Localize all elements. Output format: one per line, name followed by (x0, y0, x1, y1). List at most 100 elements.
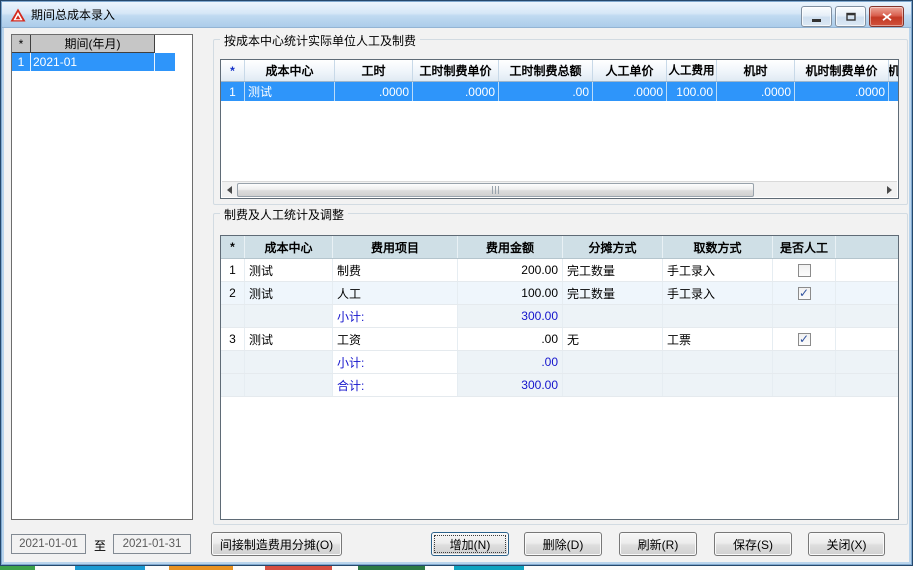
expense-cell-empty (773, 374, 836, 396)
stats-col-labor-cost: 人工费用 (667, 60, 717, 81)
horizontal-scrollbar[interactable] (222, 181, 897, 197)
period-row-tail[interactable] (155, 53, 175, 71)
expense-cell-empty (221, 351, 245, 373)
date-to-field[interactable]: 2021-01-31 (113, 534, 191, 554)
stats-col-hour-fee-unit-price: 工时制费单价 (413, 60, 499, 81)
expense-cell-allocation[interactable]: 完工数量 (563, 282, 663, 304)
expense-cell-empty (245, 351, 333, 373)
period-row-selected[interactable]: 1 2021-01 (12, 53, 192, 71)
expense-cell-filler (836, 305, 898, 327)
stats-cell-clipped[interactable] (889, 82, 898, 101)
expense-col-star: * (221, 236, 245, 258)
expense-cell-empty (663, 374, 773, 396)
window-title: 期间总成本录入 (31, 8, 116, 22)
close-icon (881, 12, 892, 21)
subtotal-amount: .00 (458, 351, 563, 373)
expense-cell-is-labor: ✓ (773, 282, 836, 304)
expense-col-source: 取数方式 (663, 236, 773, 258)
expense-cell-item[interactable]: 人工 (333, 282, 458, 304)
expense-cell-rownum[interactable]: 1 (221, 259, 245, 281)
scroll-left-icon (227, 185, 232, 194)
scroll-left-button[interactable] (222, 182, 237, 197)
expense-cell-empty (773, 305, 836, 327)
indirect-cost-allocate-button[interactable]: 间接制造费用分摊(O) (211, 532, 342, 556)
period-row-value[interactable]: 2021-01 (31, 53, 155, 71)
taskbar-segment (265, 566, 332, 570)
stats-cell-machine-fee-unit-price[interactable]: .0000 (795, 82, 889, 101)
stats-col-cost-center: 成本中心 (245, 60, 335, 81)
total-amount: 300.00 (458, 374, 563, 396)
cost-center-stats-title: 按成本中心统计实际单位人工及制费 (220, 32, 421, 49)
taskbar-sliver (0, 566, 913, 570)
scroll-thumb[interactable] (237, 183, 754, 197)
expense-cell-cost-center[interactable]: 测试 (245, 328, 333, 350)
expense-cell-cost-center[interactable]: 测试 (245, 282, 333, 304)
is-labor-checkbox[interactable] (797, 263, 811, 277)
expense-cell-source[interactable]: 手工录入 (663, 282, 773, 304)
taskbar-segment (169, 566, 233, 570)
add-button[interactable]: 增加(N) (431, 532, 509, 556)
period-col-star: * (12, 35, 31, 53)
titlebar[interactable]: 期间总成本录入 (2, 2, 911, 28)
expense-cell-empty (663, 305, 773, 327)
expense-col-allocation: 分摊方式 (563, 236, 663, 258)
expense-col-filler (836, 236, 898, 258)
taskbar-segment (454, 566, 524, 570)
stats-cell-hour-fee-total[interactable]: .00 (499, 82, 593, 101)
expense-adjust-group: 制费及人工统计及调整 * 成本中心 费用项目 费用金额 分摊方式 取数方式 是否… (213, 206, 908, 525)
stats-cell-hour-fee-unit-price[interactable]: .0000 (413, 82, 499, 101)
expense-cell-item[interactable]: 工资 (333, 328, 458, 350)
scroll-right-button[interactable] (882, 182, 897, 197)
to-label: 至 (94, 539, 107, 553)
expense-cell-rownum[interactable]: 2 (221, 282, 245, 304)
expense-cell-amount[interactable]: 100.00 (458, 282, 563, 304)
stats-cell-rownum[interactable]: 1 (221, 82, 245, 101)
stats-cell-machine-hours[interactable]: .0000 (717, 82, 795, 101)
expense-cell-empty (563, 351, 663, 373)
delete-button[interactable]: 删除(D) (524, 532, 602, 556)
stats-col-machine-hours: 机时 (717, 60, 795, 81)
stats-row-selected[interactable]: 1 测试 .0000 .0000 .00 .0000 100.00 .0000 … (221, 82, 898, 101)
scroll-right-icon (887, 185, 892, 194)
expense-cell-cost-center[interactable]: 测试 (245, 259, 333, 281)
expense-cell-allocation[interactable]: 无 (563, 328, 663, 350)
expense-cell-filler (836, 259, 898, 281)
cost-center-stats-group: 按成本中心统计实际单位人工及制费 * 成本中心 工时 工时制费单价 工时制费总额… (213, 32, 908, 205)
stats-col-hour-fee-total: 工时制费总额 (499, 60, 593, 81)
expense-cell-rownum[interactable]: 3 (221, 328, 245, 350)
app-logo-icon (10, 8, 26, 22)
expense-row-3[interactable]: 3 测试 工资 .00 无 工票 ✓ (221, 328, 898, 351)
period-row-number[interactable]: 1 (12, 53, 31, 71)
refresh-button[interactable]: 刷新(R) (619, 532, 697, 556)
stats-cell-labor-cost[interactable]: 100.00 (667, 82, 717, 101)
expense-row-1[interactable]: 1 测试 制费 200.00 完工数量 手工录入 (221, 259, 898, 282)
expense-cell-amount[interactable]: 200.00 (458, 259, 563, 281)
expense-cell-source[interactable]: 工票 (663, 328, 773, 350)
close-button[interactable] (869, 6, 904, 27)
expense-cell-allocation[interactable]: 完工数量 (563, 259, 663, 281)
expense-row-2[interactable]: 2 测试 人工 100.00 完工数量 手工录入 ✓ (221, 282, 898, 305)
window-controls (801, 6, 904, 27)
save-button[interactable]: 保存(S) (714, 532, 792, 556)
date-from-field[interactable]: 2021-01-01 (11, 534, 86, 554)
expense-cell-filler (836, 282, 898, 304)
expense-cell-amount[interactable]: .00 (458, 328, 563, 350)
expense-cell-source[interactable]: 手工录入 (663, 259, 773, 281)
expense-cell-empty (563, 305, 663, 327)
stats-cell-cost-center[interactable]: 测试 (245, 82, 335, 101)
period-col-filler (155, 35, 192, 53)
stats-cell-work-hours[interactable]: .0000 (335, 82, 413, 101)
period-col-header: 期间(年月) (31, 35, 155, 53)
stats-col-labor-unit-price: 人工单价 (593, 60, 667, 81)
close-dialog-button[interactable]: 关闭(X) (808, 532, 885, 556)
screen: 期间总成本录入 * 期间(年月) 1 2021-01 按成本中心统计实际单位人工… (0, 0, 913, 570)
expense-cell-item[interactable]: 制费 (333, 259, 458, 281)
expense-adjust-title: 制费及人工统计及调整 (220, 206, 349, 223)
minimize-button[interactable] (801, 6, 832, 27)
stats-cell-labor-unit-price[interactable]: .0000 (593, 82, 667, 101)
restore-button[interactable] (835, 6, 866, 27)
is-labor-checkbox[interactable]: ✓ (797, 332, 811, 346)
subtotal-label: 小计: (333, 305, 458, 327)
is-labor-checkbox[interactable]: ✓ (797, 286, 811, 300)
taskbar-segment (0, 566, 35, 570)
